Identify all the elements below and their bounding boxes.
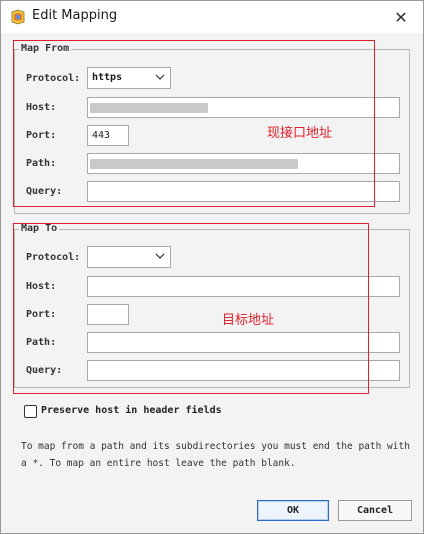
- ok-button[interactable]: OK: [257, 500, 329, 521]
- title-bar: Edit Mapping ✕: [1, 1, 423, 33]
- preserve-host-label: Preserve host in header fields: [41, 405, 222, 416]
- app-icon: [10, 9, 26, 25]
- preserve-host-checkbox[interactable]: [24, 405, 37, 418]
- edit-mapping-dialog: Edit Mapping ✕ Map From Protocol: https …: [0, 0, 424, 534]
- window-title: Edit Mapping: [32, 8, 118, 23]
- cancel-button[interactable]: Cancel: [338, 500, 412, 521]
- annotation-from-note: 现接口地址: [267, 126, 333, 141]
- help-text: To map from a path and its subdirectorie…: [21, 441, 410, 469]
- annotation-box-to: [13, 223, 369, 394]
- close-icon[interactable]: ✕: [379, 1, 423, 33]
- annotation-to-note: 目标地址: [222, 313, 275, 328]
